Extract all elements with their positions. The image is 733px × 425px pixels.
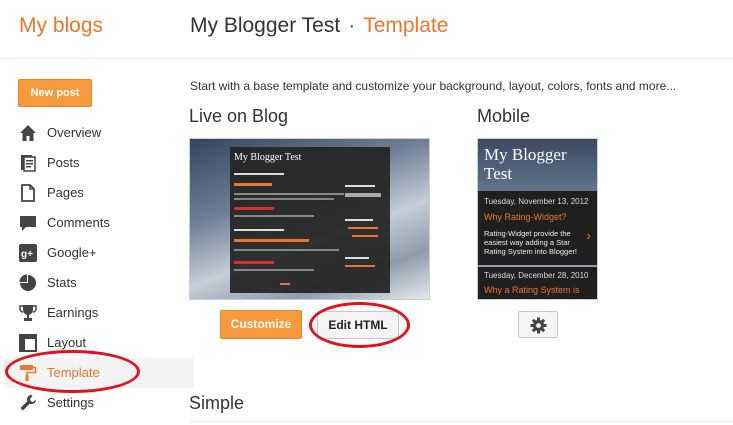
edit-html-button[interactable]: Edit HTML: [317, 311, 399, 339]
mobile-title: Mobile: [477, 106, 531, 126]
preview-line: [234, 215, 314, 217]
preview-blog-title: My Blogger Test: [234, 152, 302, 163]
sidebar-item-label: Overview: [47, 125, 102, 140]
live-on-blog-title: Live on Blog: [189, 106, 289, 126]
sidebar-item-settings[interactable]: Settings: [0, 388, 194, 418]
preview-line: [345, 265, 375, 267]
sidebar-item-template[interactable]: Template: [4, 358, 194, 388]
sidebar-item-label: Google+: [47, 245, 97, 260]
sidebar-nav: Overview Posts Pages Comments g+ Google+…: [0, 118, 194, 418]
sidebar-item-earnings[interactable]: Earnings: [0, 298, 194, 328]
preview-line: [234, 239, 309, 242]
trophy-icon: [19, 305, 37, 321]
sidebar-item-label: Stats: [47, 275, 77, 290]
layout-icon: [19, 334, 37, 352]
app-header: My blogs My Blogger Test · Template: [0, 0, 733, 58]
home-icon: [20, 125, 36, 141]
live-template-preview[interactable]: My Blogger Test: [189, 138, 430, 300]
preview-line: [234, 198, 334, 200]
chevron-right-icon: ›: [586, 227, 591, 243]
section-divider: [190, 421, 733, 422]
preview-line: [345, 219, 373, 221]
preview-line: [345, 257, 369, 259]
sidebar-item-label: Posts: [47, 155, 80, 170]
sidebar-item-posts[interactable]: Posts: [0, 148, 194, 178]
sidebar-item-label: Comments: [47, 215, 110, 230]
preview-line: [234, 249, 339, 251]
preview-line: [234, 229, 284, 231]
preview-line: [234, 207, 274, 210]
section-title: Template: [363, 14, 449, 37]
wrench-icon: [20, 394, 37, 411]
stats-icon: [19, 274, 36, 291]
preview-line: [234, 173, 284, 175]
blog-title: My Blogger Test: [190, 14, 341, 37]
svg-text:g+: g+: [21, 249, 33, 260]
customize-button[interactable]: Customize: [220, 310, 302, 339]
sidebar-item-overview[interactable]: Overview: [0, 118, 194, 148]
preview-line: [345, 185, 375, 187]
pages-icon: [21, 184, 35, 202]
paint-roller-icon: [20, 365, 37, 381]
mobile-post-date: Tuesday, December 28, 2010: [484, 271, 589, 280]
mobile-template-preview[interactable]: My Blogger Test Tuesday, November 13, 20…: [477, 138, 598, 300]
my-blogs-link[interactable]: My blogs: [19, 14, 103, 38]
mobile-settings-button[interactable]: [518, 311, 558, 338]
title-separator: ·: [348, 14, 356, 37]
preview-line: [234, 183, 272, 186]
intro-text: Start with a base template and customize…: [190, 79, 677, 93]
preview-line: [280, 283, 290, 285]
mobile-post-title: Why Rating-Widget?: [484, 212, 567, 222]
sidebar-item-google-plus[interactable]: g+ Google+: [0, 238, 194, 268]
sidebar-item-layout[interactable]: Layout: [0, 328, 194, 358]
google-plus-icon: g+: [19, 244, 37, 262]
sidebar-item-label: Pages: [47, 185, 84, 200]
mobile-post-title: Why a Rating System is: [484, 285, 580, 295]
header-divider: [0, 58, 733, 59]
sidebar-item-label: Template: [47, 365, 100, 380]
comments-icon: [20, 216, 36, 231]
new-post-button[interactable]: New post: [18, 79, 92, 107]
preview-line: [352, 235, 378, 237]
page-title: My Blogger Test · Template: [190, 14, 448, 38]
sidebar-item-stats[interactable]: Stats: [0, 268, 194, 298]
preview-line: [345, 193, 381, 197]
mobile-post-body: Rating-Widget provide the easiest way ad…: [484, 229, 577, 256]
simple-title: Simple: [189, 393, 245, 413]
preview-line: [348, 227, 378, 229]
preview-line: [234, 193, 344, 195]
sidebar-item-pages[interactable]: Pages: [0, 178, 194, 208]
mobile-post-date: Tuesday, November 13, 2012: [484, 197, 589, 206]
sidebar-item-label: Settings: [47, 395, 94, 410]
sidebar-item-comments[interactable]: Comments: [0, 208, 194, 238]
sidebar-item-label: Layout: [47, 335, 87, 350]
sidebar-item-label: Earnings: [47, 305, 99, 320]
mobile-preview-blog-title: My Blogger Test: [484, 145, 567, 183]
gear-icon: [530, 317, 547, 334]
preview-line: [234, 269, 314, 271]
preview-line: [234, 261, 274, 264]
posts-icon: [21, 155, 36, 172]
